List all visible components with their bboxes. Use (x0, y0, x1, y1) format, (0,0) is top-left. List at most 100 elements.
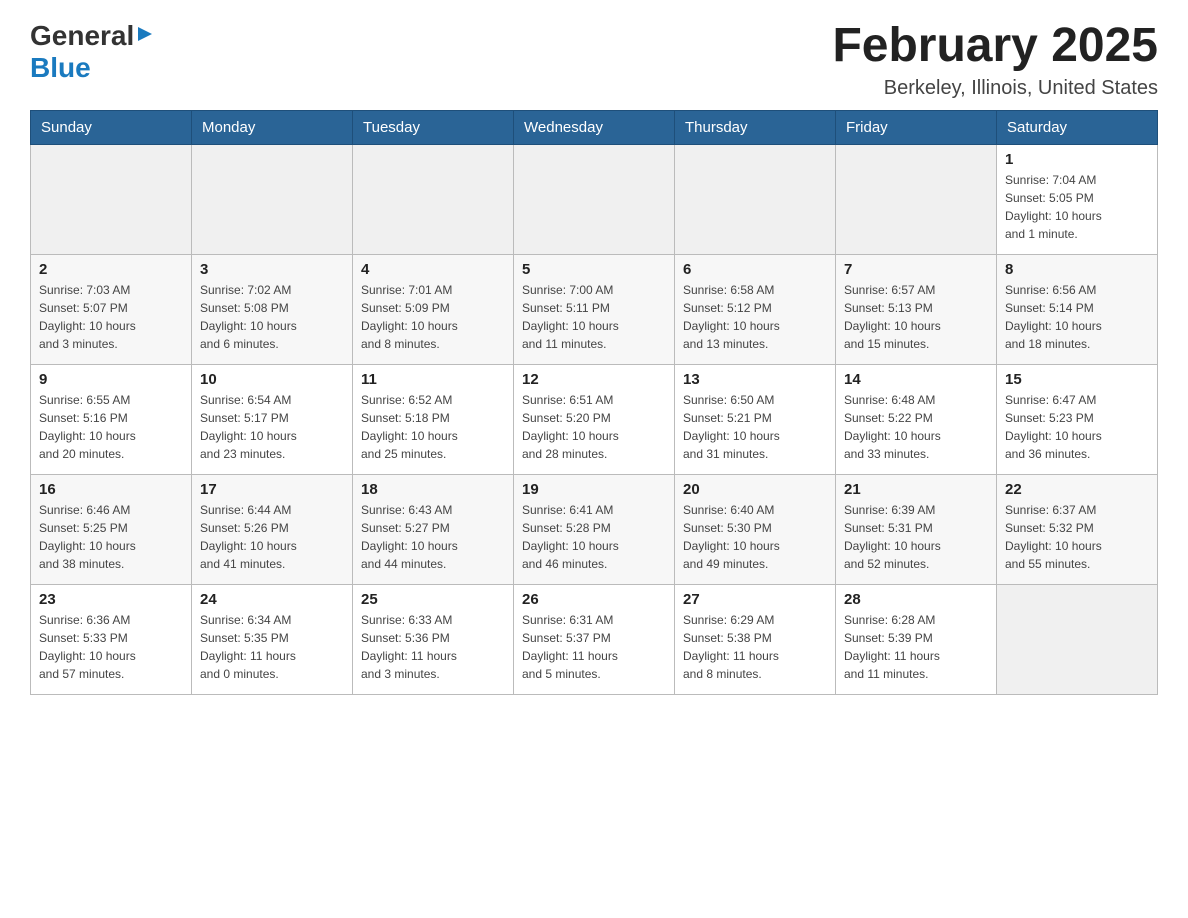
calendar-day-cell: 16 Sunrise: 6:46 AM Sunset: 5:25 PM Dayli… (31, 474, 192, 584)
day-number: 7 (844, 261, 988, 278)
day-info: Sunrise: 7:00 AM Sunset: 5:11 PM Dayligh… (522, 281, 666, 353)
day-info: Sunrise: 6:47 AM Sunset: 5:23 PM Dayligh… (1005, 391, 1149, 463)
day-info: Sunrise: 6:43 AM Sunset: 5:27 PM Dayligh… (361, 501, 505, 573)
day-info: Sunrise: 7:02 AM Sunset: 5:08 PM Dayligh… (200, 281, 344, 353)
day-number: 28 (844, 591, 988, 608)
day-number: 27 (683, 591, 827, 608)
calendar-day-cell: 6 Sunrise: 6:58 AM Sunset: 5:12 PM Daylig… (675, 254, 836, 364)
calendar-header-row: SundayMondayTuesdayWednesdayThursdayFrid… (31, 110, 1158, 144)
calendar-week-row: 2 Sunrise: 7:03 AM Sunset: 5:07 PM Daylig… (31, 254, 1158, 364)
day-info: Sunrise: 7:04 AM Sunset: 5:05 PM Dayligh… (1005, 171, 1149, 243)
day-of-week-header: Thursday (675, 110, 836, 144)
calendar-day-cell (675, 144, 836, 254)
day-info: Sunrise: 6:46 AM Sunset: 5:25 PM Dayligh… (39, 501, 183, 573)
calendar-week-row: 9 Sunrise: 6:55 AM Sunset: 5:16 PM Daylig… (31, 364, 1158, 474)
day-number: 20 (683, 481, 827, 498)
day-number: 21 (844, 481, 988, 498)
day-info: Sunrise: 6:57 AM Sunset: 5:13 PM Dayligh… (844, 281, 988, 353)
day-info: Sunrise: 6:55 AM Sunset: 5:16 PM Dayligh… (39, 391, 183, 463)
calendar-day-cell: 8 Sunrise: 6:56 AM Sunset: 5:14 PM Daylig… (997, 254, 1158, 364)
day-info: Sunrise: 6:36 AM Sunset: 5:33 PM Dayligh… (39, 611, 183, 683)
day-number: 16 (39, 481, 183, 498)
day-number: 10 (200, 371, 344, 388)
day-of-week-header: Sunday (31, 110, 192, 144)
day-info: Sunrise: 6:44 AM Sunset: 5:26 PM Dayligh… (200, 501, 344, 573)
day-number: 1 (1005, 151, 1149, 168)
day-number: 11 (361, 371, 505, 388)
day-info: Sunrise: 6:34 AM Sunset: 5:35 PM Dayligh… (200, 611, 344, 683)
day-of-week-header: Saturday (997, 110, 1158, 144)
calendar-day-cell: 13Sunrise: 6:50 AM Sunset: 5:21 PM Dayli… (675, 364, 836, 474)
logo-blue-text: Blue (30, 52, 91, 83)
calendar-day-cell: 11 Sunrise: 6:52 AM Sunset: 5:18 PM Dayli… (353, 364, 514, 474)
day-number: 15 (1005, 371, 1149, 388)
day-number: 8 (1005, 261, 1149, 278)
calendar-day-cell: 7 Sunrise: 6:57 AM Sunset: 5:13 PM Daylig… (836, 254, 997, 364)
day-number: 25 (361, 591, 505, 608)
calendar-week-row: 16 Sunrise: 6:46 AM Sunset: 5:25 PM Dayli… (31, 474, 1158, 584)
day-info: Sunrise: 6:48 AM Sunset: 5:22 PM Dayligh… (844, 391, 988, 463)
calendar-day-cell: 12 Sunrise: 6:51 AM Sunset: 5:20 PM Dayli… (514, 364, 675, 474)
calendar-day-cell: 24 Sunrise: 6:34 AM Sunset: 5:35 PM Dayli… (192, 584, 353, 694)
day-info: Sunrise: 6:41 AM Sunset: 5:28 PM Dayligh… (522, 501, 666, 573)
day-info: Sunrise: 6:56 AM Sunset: 5:14 PM Dayligh… (1005, 281, 1149, 353)
calendar-day-cell (836, 144, 997, 254)
page-header: General Blue February 2025 Berkeley, Ill… (30, 20, 1158, 100)
day-number: 18 (361, 481, 505, 498)
day-number: 6 (683, 261, 827, 278)
day-info: Sunrise: 6:31 AM Sunset: 5:37 PM Dayligh… (522, 611, 666, 683)
day-number: 2 (39, 261, 183, 278)
day-number: 9 (39, 371, 183, 388)
calendar-day-cell (192, 144, 353, 254)
calendar-week-row: 1 Sunrise: 7:04 AM Sunset: 5:05 PM Daylig… (31, 144, 1158, 254)
day-of-week-header: Tuesday (353, 110, 514, 144)
calendar-day-cell (514, 144, 675, 254)
day-number: 23 (39, 591, 183, 608)
day-info: Sunrise: 6:33 AM Sunset: 5:36 PM Dayligh… (361, 611, 505, 683)
calendar-day-cell: 18 Sunrise: 6:43 AM Sunset: 5:27 PM Dayli… (353, 474, 514, 584)
calendar-day-cell: 10 Sunrise: 6:54 AM Sunset: 5:17 PM Dayli… (192, 364, 353, 474)
day-info: Sunrise: 6:54 AM Sunset: 5:17 PM Dayligh… (200, 391, 344, 463)
day-number: 26 (522, 591, 666, 608)
day-number: 4 (361, 261, 505, 278)
day-number: 14 (844, 371, 988, 388)
calendar-day-cell: 17 Sunrise: 6:44 AM Sunset: 5:26 PM Dayli… (192, 474, 353, 584)
calendar-day-cell: 27Sunrise: 6:29 AM Sunset: 5:38 PM Dayli… (675, 584, 836, 694)
day-of-week-header: Wednesday (514, 110, 675, 144)
day-info: Sunrise: 7:03 AM Sunset: 5:07 PM Dayligh… (39, 281, 183, 353)
logo-general-text: General (30, 20, 134, 52)
calendar-day-cell: 3Sunrise: 7:02 AM Sunset: 5:08 PM Daylig… (192, 254, 353, 364)
calendar-day-cell: 28 Sunrise: 6:28 AM Sunset: 5:39 PM Dayli… (836, 584, 997, 694)
calendar-day-cell (31, 144, 192, 254)
title-block: February 2025 Berkeley, Illinois, United… (832, 20, 1158, 100)
day-info: Sunrise: 7:01 AM Sunset: 5:09 PM Dayligh… (361, 281, 505, 353)
day-number: 13 (683, 371, 827, 388)
day-number: 12 (522, 371, 666, 388)
calendar-day-cell: 19 Sunrise: 6:41 AM Sunset: 5:28 PM Dayli… (514, 474, 675, 584)
logo: General Blue (30, 20, 154, 84)
calendar-day-cell: 21 Sunrise: 6:39 AM Sunset: 5:31 PM Dayli… (836, 474, 997, 584)
calendar-day-cell: 1 Sunrise: 7:04 AM Sunset: 5:05 PM Daylig… (997, 144, 1158, 254)
day-info: Sunrise: 6:28 AM Sunset: 5:39 PM Dayligh… (844, 611, 988, 683)
day-info: Sunrise: 6:39 AM Sunset: 5:31 PM Dayligh… (844, 501, 988, 573)
day-info: Sunrise: 6:52 AM Sunset: 5:18 PM Dayligh… (361, 391, 505, 463)
calendar-day-cell: 20 Sunrise: 6:40 AM Sunset: 5:30 PM Dayli… (675, 474, 836, 584)
calendar-week-row: 23 Sunrise: 6:36 AM Sunset: 5:33 PM Dayli… (31, 584, 1158, 694)
calendar-day-cell (997, 584, 1158, 694)
day-info: Sunrise: 6:51 AM Sunset: 5:20 PM Dayligh… (522, 391, 666, 463)
day-info: Sunrise: 6:58 AM Sunset: 5:12 PM Dayligh… (683, 281, 827, 353)
calendar-table: SundayMondayTuesdayWednesdayThursdayFrid… (30, 110, 1158, 695)
calendar-day-cell: 26 Sunrise: 6:31 AM Sunset: 5:37 PM Dayli… (514, 584, 675, 694)
calendar-day-cell: 14 Sunrise: 6:48 AM Sunset: 5:22 PM Dayli… (836, 364, 997, 474)
logo-arrow-icon (136, 25, 154, 48)
day-info: Sunrise: 6:40 AM Sunset: 5:30 PM Dayligh… (683, 501, 827, 573)
day-number: 17 (200, 481, 344, 498)
day-number: 24 (200, 591, 344, 608)
day-number: 22 (1005, 481, 1149, 498)
calendar-day-cell (353, 144, 514, 254)
calendar-day-cell: 25 Sunrise: 6:33 AM Sunset: 5:36 PM Dayli… (353, 584, 514, 694)
day-number: 5 (522, 261, 666, 278)
day-number: 19 (522, 481, 666, 498)
location-subtitle: Berkeley, Illinois, United States (832, 77, 1158, 100)
calendar-day-cell: 23 Sunrise: 6:36 AM Sunset: 5:33 PM Dayli… (31, 584, 192, 694)
